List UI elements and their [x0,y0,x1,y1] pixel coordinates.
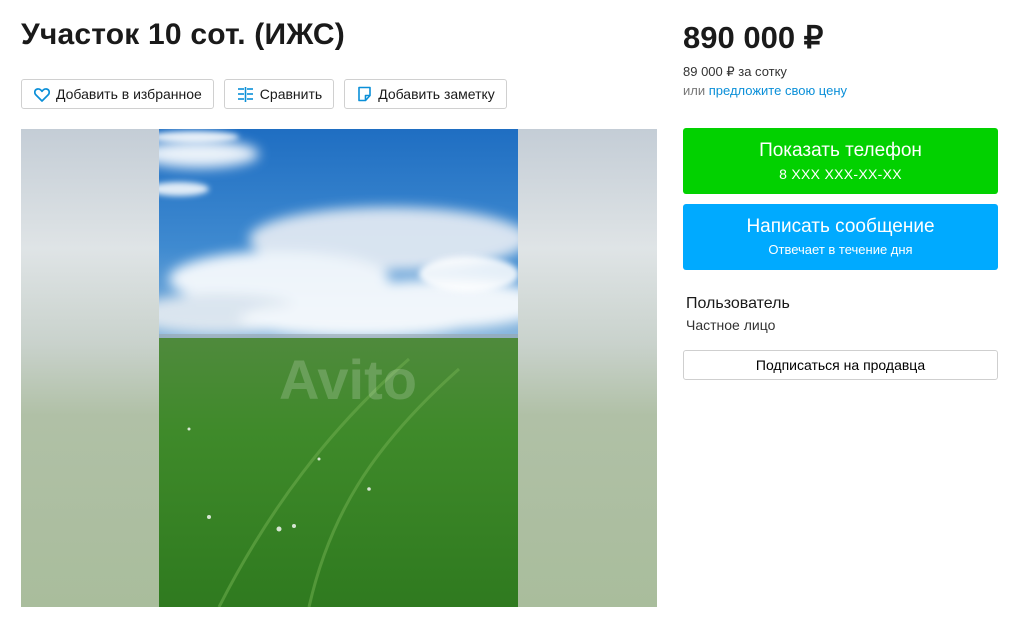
add-note-button[interactable]: Добавить заметку [344,79,507,109]
photo-gallery[interactable]: Avito [21,129,657,607]
price-offer: или предложите свою цену [683,83,847,98]
price-offer-prefix: или [683,83,706,98]
listing-photo[interactable]: Avito [159,129,518,607]
gallery-blurred-background-right [518,129,657,607]
add-to-favorites-label: Добавить в избранное [56,86,202,102]
listing-price: 890 000 ₽ [683,20,824,55]
show-phone-label: Показать телефон [759,140,922,161]
note-icon [358,86,371,102]
write-message-button[interactable]: Написать сообщение Отвечает в течение дн… [683,204,998,270]
compare-icon [237,86,253,102]
subscribe-to-seller-button[interactable]: Подписаться на продавца [683,350,998,380]
suggest-price-link[interactable]: предложите свою цену [709,83,847,98]
seller-type: Частное лицо [686,317,776,333]
gallery-blurred-background-left [21,129,159,607]
write-message-label: Написать сообщение [746,216,935,237]
seller-name[interactable]: Пользователь [686,295,790,313]
response-time-note: Отвечает в течение дня [768,242,913,257]
avito-watermark: Avito [279,348,417,411]
heart-icon [34,87,50,102]
add-note-label: Добавить заметку [378,86,495,102]
compare-button[interactable]: Сравнить [223,79,335,109]
compare-label: Сравнить [259,86,323,102]
listing-title: Участок 10 сот. (ИЖС) [21,18,345,51]
price-per-unit: 89 000 ₽ за сотку [683,64,787,79]
masked-phone-number: 8 XXX XXX-XX-XX [779,166,902,182]
add-to-favorites-button[interactable]: Добавить в избранное [21,79,214,109]
show-phone-button[interactable]: Показать телефон 8 XXX XXX-XX-XX [683,128,998,194]
listing-actions: Добавить в избранное Сравнить Добавить з… [21,79,507,109]
